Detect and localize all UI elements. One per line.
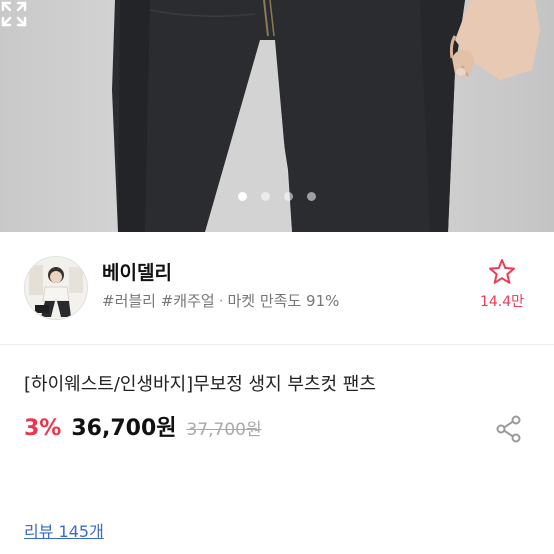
shop-avatar[interactable] [24,256,88,320]
shop-info[interactable]: 베이델리 #러블리 #캐주얼 · 마켓 만족도 91% 14.4만 [0,232,554,345]
favorite-count: 14.4만 [479,294,525,310]
product-image-carousel[interactable] [0,0,554,232]
shop-hashtags[interactable]: #러블리 #캐주얼 [102,292,215,310]
market-satisfaction: 마켓 만족도 91% [227,292,340,310]
price-row: 3% 36,700원 37,700원 [24,410,262,442]
shop-tags-line: #러블리 #캐주얼 · 마켓 만족도 91% [102,290,339,311]
carousel-dot[interactable] [307,192,316,201]
separator-dot: · [218,292,224,310]
carousel-indicator [0,192,554,201]
carousel-dot[interactable] [238,192,247,201]
share-icon[interactable] [496,415,522,443]
expand-icon[interactable] [0,0,28,28]
shop-name[interactable]: 베이델리 [102,258,172,285]
favorite-button[interactable]: 14.4만 [472,258,532,311]
sale-price: 36,700원 [71,416,177,441]
carousel-dot[interactable] [261,192,270,201]
discount-rate: 3% [24,416,62,441]
review-link[interactable]: 리뷰 145개 [24,518,104,542]
carousel-dot[interactable] [284,192,293,201]
star-outline-icon [489,259,515,284]
product-title: [하이웨스트/인생바지]무보정 생지 부츠컷 팬츠 [24,374,376,395]
original-price: 37,700원 [186,420,262,440]
